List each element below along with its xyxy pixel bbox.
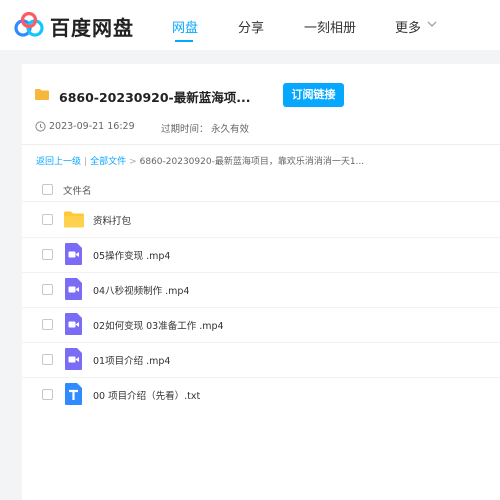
- share-time: 2023-09-21 16:29: [49, 121, 135, 132]
- clock-icon: [35, 121, 46, 132]
- video-icon: [65, 313, 82, 335]
- breadcrumb-separator: |: [84, 157, 88, 167]
- breadcrumb-current: 6860-20230920-最新蓝海项目，靠欢乐消消消一天1...: [139, 157, 365, 167]
- nav-tab-share[interactable]: 分享: [238, 17, 264, 36]
- file-name[interactable]: 02如何变现 03准备工作 .mp4: [93, 318, 224, 332]
- list-item[interactable]: 04八秒视频制作 .mp4: [22, 272, 500, 307]
- row-checkbox[interactable]: [42, 284, 53, 295]
- list-item[interactable]: 01项目介绍 .mp4: [22, 342, 500, 377]
- share-title: 6860-20230920-最新蓝海项...: [59, 90, 251, 105]
- video-icon: [65, 278, 82, 300]
- baidu-netdisk-logo-icon[interactable]: [14, 12, 44, 38]
- chevron-down-icon[interactable]: [427, 20, 437, 28]
- nav-tab-album[interactable]: 一刻相册: [304, 17, 356, 36]
- row-checkbox[interactable]: [42, 319, 53, 330]
- breadcrumb: 返回上一级 | 全部文件 >6860-20230920-最新蓝海项目，靠欢乐消消消一天…: [36, 154, 364, 167]
- expire-label: 过期时间：: [161, 124, 209, 135]
- file-name[interactable]: 00 项目介绍（先看）.txt: [93, 388, 200, 402]
- nav-tab-more[interactable]: 更多: [395, 17, 421, 36]
- active-tab-indicator: [175, 40, 193, 42]
- folder-icon: [64, 211, 84, 228]
- divider: [22, 144, 500, 145]
- text-file-icon: [65, 383, 82, 405]
- top-nav-bar: 百度网盘 网盘 分享 一刻相册 更多: [0, 0, 500, 50]
- brand-name[interactable]: 百度网盘: [50, 12, 134, 41]
- breadcrumb-arrow: >: [129, 157, 137, 167]
- file-name[interactable]: 资料打包: [93, 213, 131, 227]
- video-icon: [65, 243, 82, 265]
- select-all-checkbox[interactable]: [42, 184, 53, 195]
- row-checkbox[interactable]: [42, 214, 53, 225]
- file-name[interactable]: 04八秒视频制作 .mp4: [93, 283, 189, 297]
- video-icon: [65, 348, 82, 370]
- folder-icon: [35, 89, 49, 100]
- list-item[interactable]: 02如何变现 03准备工作 .mp4: [22, 307, 500, 342]
- list-item[interactable]: 00 项目介绍（先看）.txt: [22, 377, 500, 412]
- column-header-filename[interactable]: 文件名: [63, 183, 92, 197]
- list-item[interactable]: 资料打包: [22, 202, 500, 237]
- expire-value: 永久有效: [211, 124, 250, 135]
- row-checkbox[interactable]: [42, 249, 53, 260]
- subscribe-link-button[interactable]: 订阅链接: [283, 83, 344, 107]
- row-checkbox[interactable]: [42, 389, 53, 400]
- share-card: 6860-20230920-最新蓝海项... 订阅链接 2023-09-21 1…: [22, 64, 500, 500]
- all-files-link[interactable]: 全部文件: [90, 157, 126, 167]
- row-checkbox[interactable]: [42, 354, 53, 365]
- file-name[interactable]: 05操作变现 .mp4: [93, 248, 170, 262]
- nav-tab-netdisk[interactable]: 网盘: [172, 17, 198, 36]
- list-item[interactable]: 05操作变现 .mp4: [22, 237, 500, 272]
- back-link[interactable]: 返回上一级: [36, 157, 81, 167]
- file-name[interactable]: 01项目介绍 .mp4: [93, 353, 170, 367]
